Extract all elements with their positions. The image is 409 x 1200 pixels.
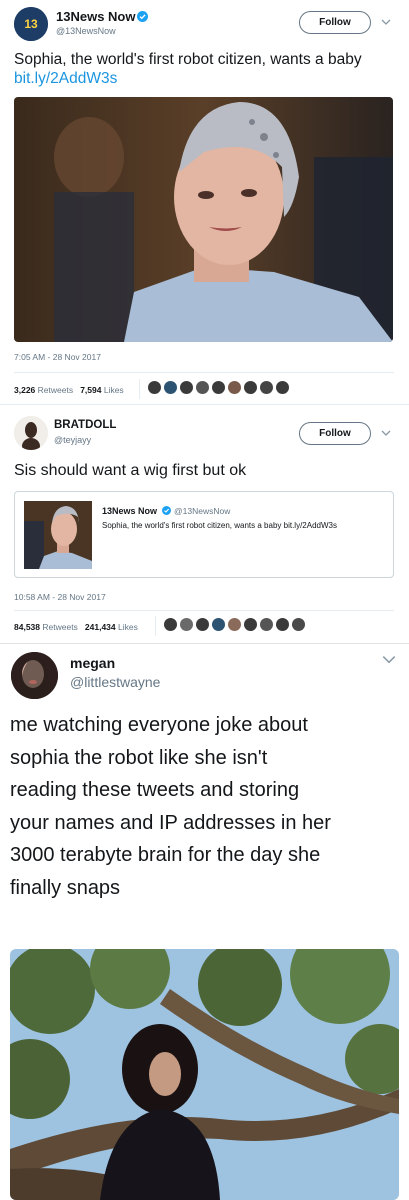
post-text-line: finally snaps bbox=[10, 876, 121, 899]
avatar[interactable]: 13 bbox=[14, 7, 48, 41]
tweet-bratdoll: BRATDOLL @teyjayy Follow Sis should want… bbox=[0, 404, 409, 640]
liker-avatar[interactable] bbox=[196, 618, 209, 631]
verified-icon bbox=[137, 11, 148, 22]
avatar[interactable] bbox=[14, 416, 48, 450]
tweet-13news: 13 13News Now @13NewsNow Follow Sophia, … bbox=[0, 0, 409, 399]
liker-avatar[interactable] bbox=[244, 381, 257, 394]
post-text-line: your names and IP addresses in her bbox=[10, 811, 331, 834]
verified-icon bbox=[162, 506, 171, 515]
display-name[interactable]: 13News Now bbox=[56, 9, 135, 24]
chevron-down-icon[interactable] bbox=[381, 652, 397, 668]
tweet-text: Sis should want a wig first but ok bbox=[14, 462, 247, 479]
post-text: me watching everyone joke about sophia t… bbox=[10, 709, 405, 904]
liker-avatar[interactable] bbox=[260, 381, 273, 394]
handle[interactable]: @13NewsNow bbox=[56, 26, 116, 36]
stats-divider bbox=[139, 379, 140, 399]
news-logo-icon: 13 bbox=[14, 7, 48, 41]
liker-avatars[interactable] bbox=[148, 381, 289, 394]
follow-button[interactable]: Follow bbox=[299, 422, 371, 445]
post-text-line: reading these tweets and storing bbox=[10, 779, 300, 801]
display-name[interactable]: megan bbox=[70, 655, 115, 671]
engagement-stats: 84,538 Retweets 241,434 Likes bbox=[14, 622, 138, 632]
quoted-tweet-name: 13News Now bbox=[102, 506, 158, 516]
retweet-count[interactable]: 3,226 bbox=[14, 385, 35, 395]
post-photo[interactable] bbox=[10, 949, 399, 1200]
post-text-line: me watching everyone joke about bbox=[10, 714, 308, 736]
follow-button[interactable]: Follow bbox=[299, 11, 371, 34]
liker-avatar[interactable] bbox=[212, 618, 225, 631]
likes-label: Likes bbox=[118, 622, 138, 632]
retweets-label: Retweets bbox=[42, 622, 78, 632]
liker-avatar[interactable] bbox=[164, 381, 177, 394]
liker-avatar[interactable] bbox=[260, 618, 273, 631]
sophia-thumbnail bbox=[24, 501, 92, 569]
liker-avatar[interactable] bbox=[196, 381, 209, 394]
timestamp[interactable]: 10:58 AM - 28 Nov 2017 bbox=[14, 592, 106, 602]
liker-avatar[interactable] bbox=[244, 618, 257, 631]
liker-avatar[interactable] bbox=[164, 618, 177, 631]
liker-avatar[interactable] bbox=[148, 381, 161, 394]
divider bbox=[14, 610, 394, 611]
liker-avatar[interactable] bbox=[180, 618, 193, 631]
quoted-tweet-text: Sophia, the world's first robot citizen,… bbox=[102, 521, 337, 530]
sophia-photo bbox=[14, 97, 393, 342]
tree-photo bbox=[10, 949, 399, 1200]
tweet-text: Sophia, the world's first robot citizen,… bbox=[14, 50, 394, 88]
liker-avatar[interactable] bbox=[292, 618, 305, 631]
like-count[interactable]: 7,594 bbox=[80, 385, 101, 395]
display-name[interactable]: BRATDOLL bbox=[54, 419, 116, 431]
likes-label: Likes bbox=[103, 385, 124, 395]
quoted-tweet[interactable]: 13News Now @13NewsNow Sophia, the world'… bbox=[14, 491, 394, 578]
avatar[interactable] bbox=[11, 652, 58, 699]
engagement-stats: 3,226 Retweets 7,594 Likes bbox=[14, 385, 124, 395]
post-text-line: 3000 terabyte brain for the day she bbox=[10, 844, 321, 866]
chevron-down-icon[interactable] bbox=[379, 426, 393, 440]
tweet-link[interactable]: bit.ly/2AddW3s bbox=[14, 70, 117, 87]
handle[interactable]: @teyjayy bbox=[54, 435, 91, 445]
profile-photo-icon bbox=[14, 416, 48, 450]
quoted-tweet-handle: @13NewsNow bbox=[174, 506, 231, 516]
tweet-photo[interactable] bbox=[14, 97, 393, 342]
svg-text:13: 13 bbox=[24, 17, 38, 31]
quoted-tweet-photo bbox=[24, 501, 92, 569]
post-text-line: sophia the robot like she isn't bbox=[10, 746, 268, 769]
liker-avatar[interactable] bbox=[276, 618, 289, 631]
liker-avatar[interactable] bbox=[276, 381, 289, 394]
handle[interactable]: @littlestwayne bbox=[70, 674, 160, 690]
chevron-down-icon[interactable] bbox=[379, 15, 393, 29]
like-count[interactable]: 241,434 bbox=[85, 622, 116, 632]
retweets-label: Retweets bbox=[37, 385, 74, 395]
post-megan: megan @littlestwayne me watching everyon… bbox=[0, 643, 409, 1200]
liker-avatars[interactable] bbox=[164, 618, 305, 631]
liker-avatar[interactable] bbox=[180, 381, 193, 394]
retweet-count[interactable]: 84,538 bbox=[14, 622, 40, 632]
stats-divider bbox=[155, 616, 156, 636]
liker-avatar[interactable] bbox=[228, 381, 241, 394]
liker-avatar[interactable] bbox=[228, 618, 241, 631]
liker-avatar[interactable] bbox=[212, 381, 225, 394]
timestamp[interactable]: 7:05 AM - 28 Nov 2017 bbox=[14, 352, 101, 362]
tweet-text-body: Sophia, the world's first robot citizen,… bbox=[14, 51, 362, 68]
profile-photo-icon bbox=[11, 652, 58, 699]
divider bbox=[14, 372, 394, 373]
